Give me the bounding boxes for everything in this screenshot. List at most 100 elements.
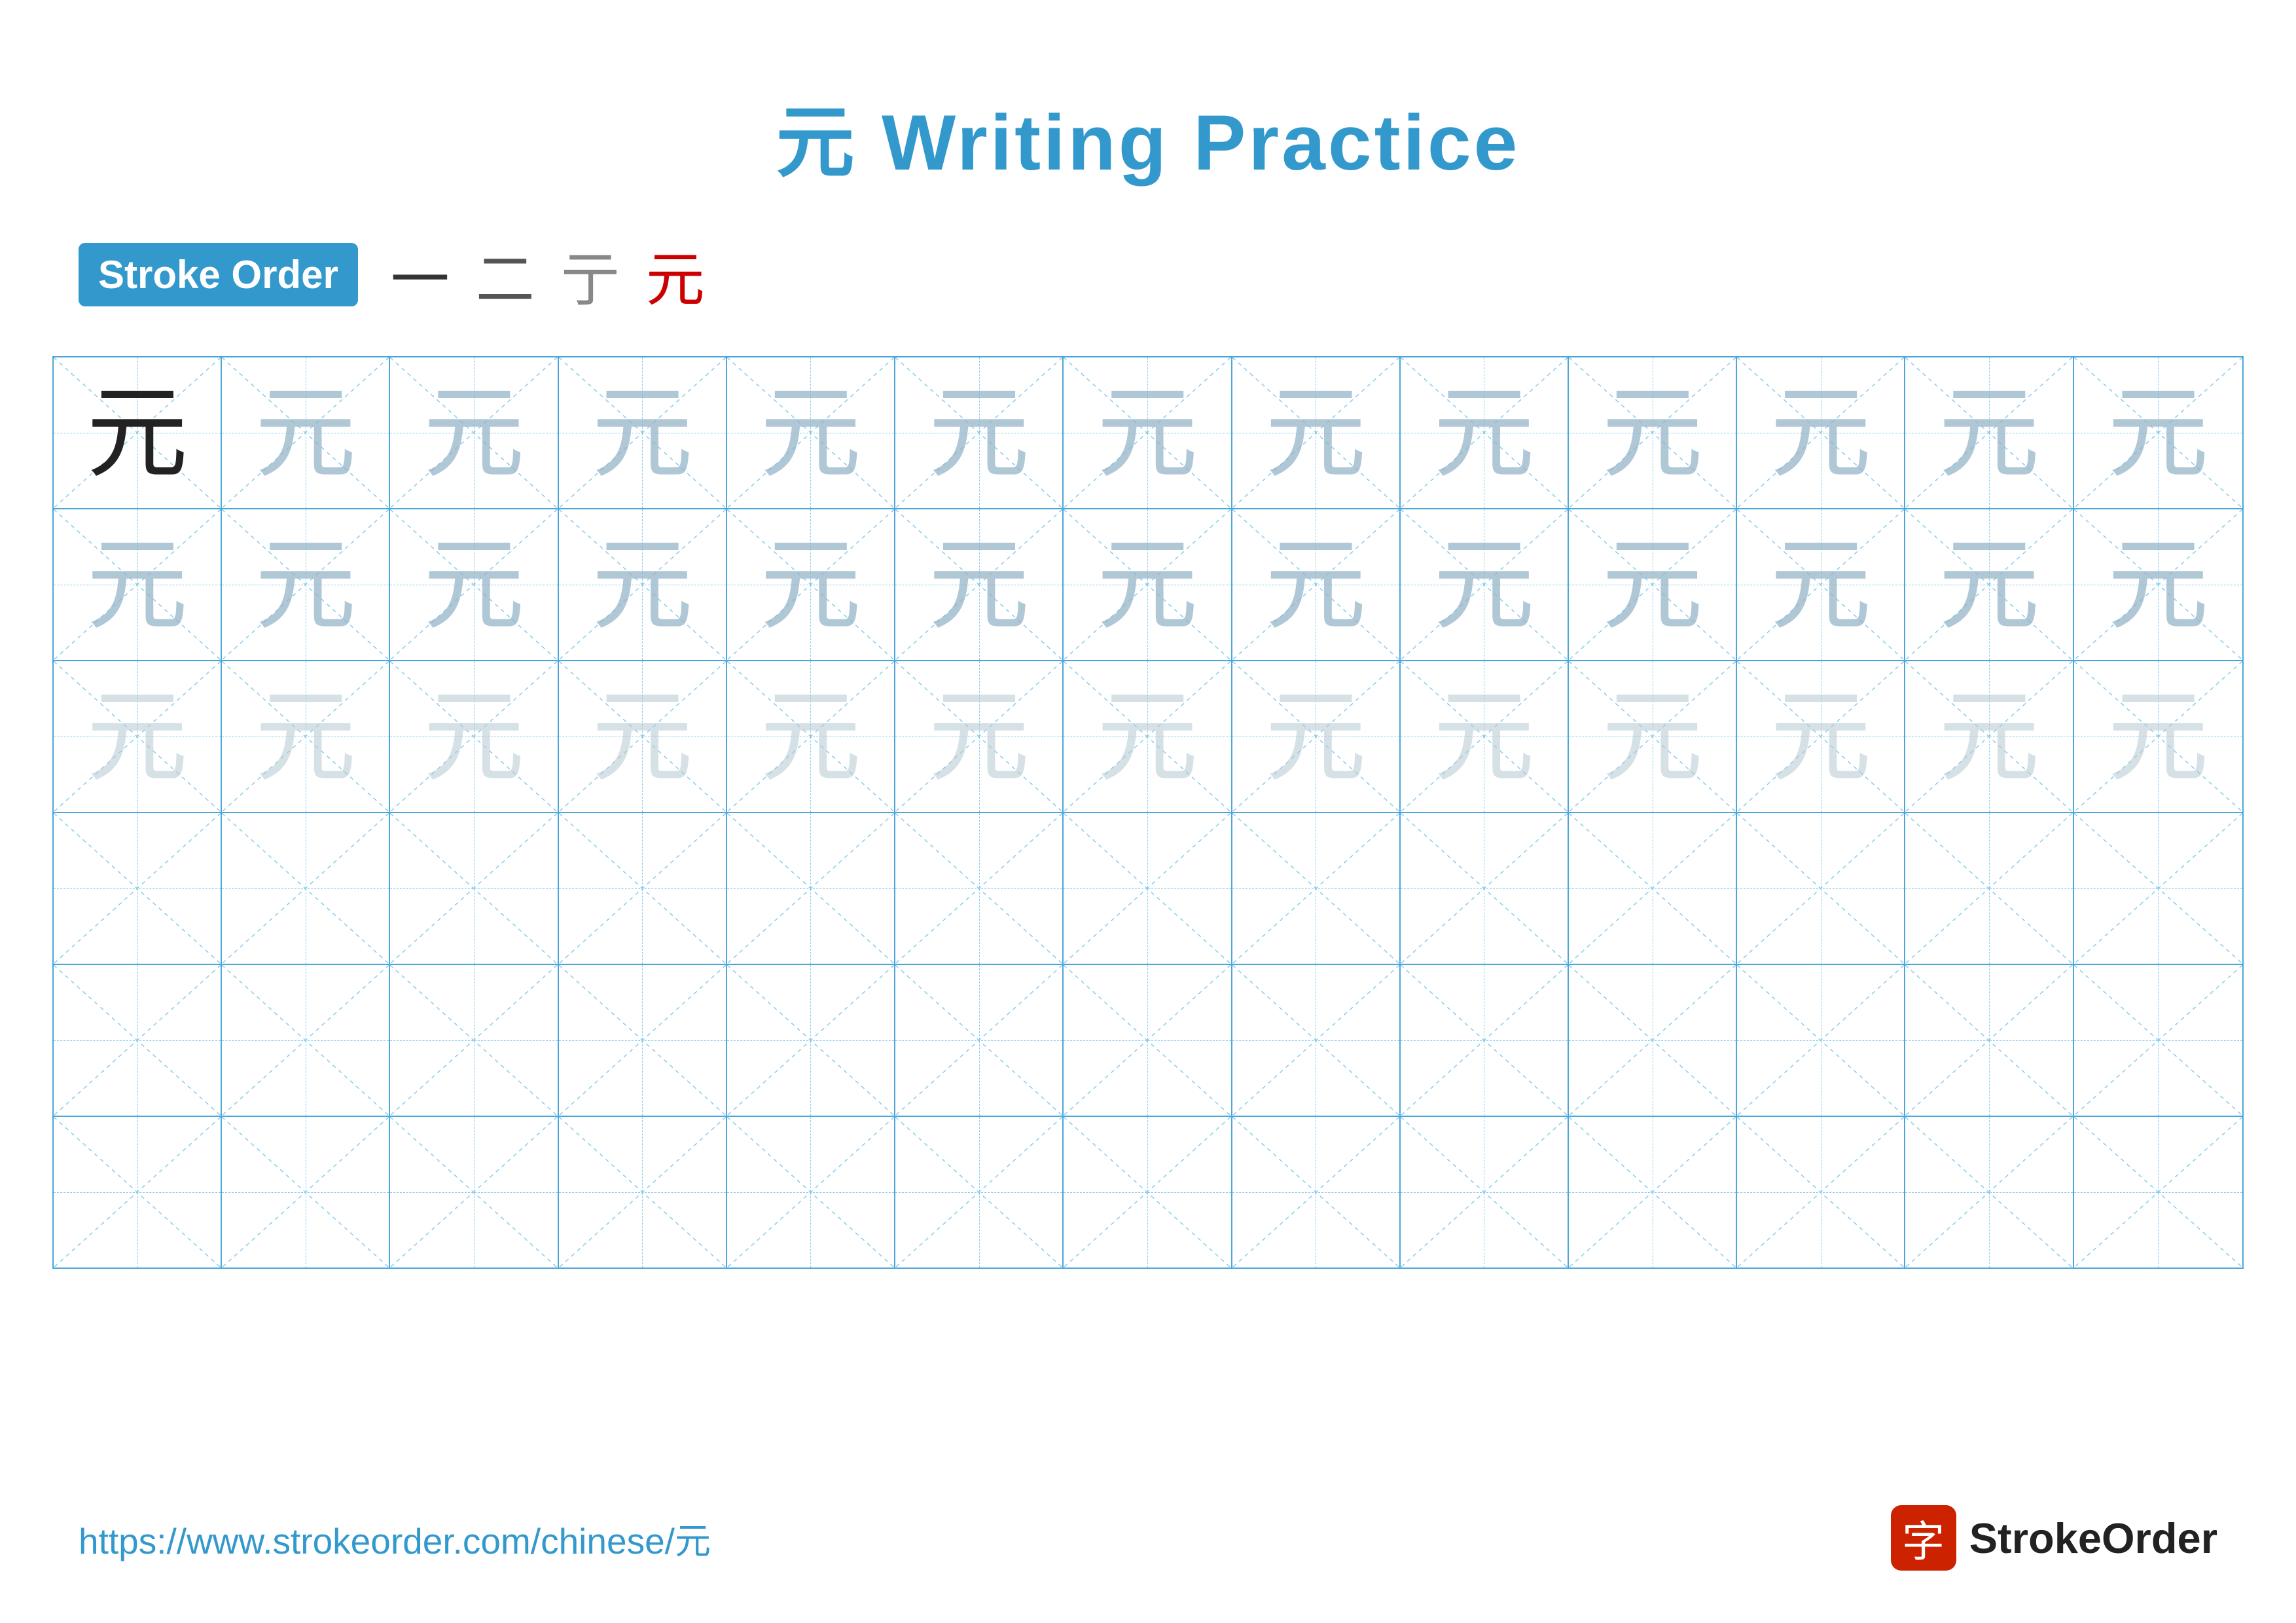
practice-char: 元: [2108, 382, 2209, 484]
grid-cell[interactable]: [390, 813, 558, 964]
grid-cell[interactable]: [222, 813, 390, 964]
grid-row-1: 元 元 元 元 元 元 元 元 元 元 元 元 元: [54, 357, 2242, 509]
grid-cell[interactable]: [727, 813, 895, 964]
practice-char: 元: [1433, 534, 1535, 636]
grid-cell[interactable]: 元: [1569, 661, 1737, 812]
logo-icon: 字: [1891, 1505, 1956, 1571]
grid-cell[interactable]: [1064, 813, 1232, 964]
practice-char: 元: [255, 382, 356, 484]
practice-char: 元: [760, 382, 861, 484]
practice-char: 元: [1265, 534, 1367, 636]
grid-cell[interactable]: 元: [1737, 357, 1905, 508]
grid-cell[interactable]: [1232, 813, 1401, 964]
grid-cell[interactable]: [1232, 1117, 1401, 1267]
practice-char: 元: [255, 686, 356, 788]
grid-cell[interactable]: 元: [54, 509, 222, 660]
grid-cell[interactable]: [1737, 965, 1905, 1116]
grid-cell[interactable]: [2074, 1117, 2242, 1267]
grid-cell[interactable]: [1737, 1117, 1905, 1267]
grid-cell[interactable]: 元: [2074, 509, 2242, 660]
grid-cell[interactable]: 元: [2074, 661, 2242, 812]
grid-cell[interactable]: 元: [222, 357, 390, 508]
grid-cell[interactable]: [1064, 1117, 1232, 1267]
grid-cell[interactable]: 元: [895, 661, 1064, 812]
grid-cell[interactable]: [2074, 965, 2242, 1116]
practice-char: 元: [1939, 534, 2040, 636]
grid-cell[interactable]: 元: [1737, 661, 1905, 812]
grid-cell[interactable]: 元: [559, 357, 727, 508]
practice-char: 元: [1770, 382, 1871, 484]
grid-cell[interactable]: [1569, 965, 1737, 1116]
practice-char: 元: [1602, 382, 1703, 484]
grid-cell[interactable]: [895, 1117, 1064, 1267]
grid-cell[interactable]: 元: [895, 509, 1064, 660]
grid-cell[interactable]: 元: [222, 661, 390, 812]
grid-cell[interactable]: 元: [1569, 357, 1737, 508]
grid-cell[interactable]: [390, 965, 558, 1116]
grid-cell[interactable]: 元: [1064, 509, 1232, 660]
grid-cell[interactable]: [559, 1117, 727, 1267]
grid-cell[interactable]: [1401, 1117, 1569, 1267]
grid-cell[interactable]: 元: [1232, 357, 1401, 508]
grid-cell[interactable]: 元: [1569, 509, 1737, 660]
grid-cell[interactable]: 元: [1905, 661, 2073, 812]
stroke-3: 亍: [561, 232, 620, 317]
grid-cell[interactable]: 元: [727, 509, 895, 660]
practice-char: 元: [1096, 686, 1198, 788]
practice-char: 元: [423, 686, 525, 788]
grid-cell[interactable]: 元: [1905, 357, 2073, 508]
grid-cell[interactable]: [54, 813, 222, 964]
practice-char: 元: [1265, 686, 1367, 788]
grid-cell[interactable]: 元: [54, 357, 222, 508]
stroke-1: 一: [391, 232, 450, 317]
grid-cell[interactable]: [1905, 965, 2073, 1116]
grid-cell[interactable]: 元: [1737, 509, 1905, 660]
practice-char: 元: [86, 686, 188, 788]
grid-cell[interactable]: 元: [54, 661, 222, 812]
grid-cell[interactable]: 元: [1064, 661, 1232, 812]
grid-cell[interactable]: 元: [727, 357, 895, 508]
grid-cell[interactable]: [559, 813, 727, 964]
grid-cell[interactable]: 元: [559, 509, 727, 660]
grid-cell[interactable]: [54, 1117, 222, 1267]
grid-cell[interactable]: 元: [390, 357, 558, 508]
grid-cell[interactable]: 元: [559, 661, 727, 812]
grid-cell[interactable]: [390, 1117, 558, 1267]
grid-cell[interactable]: [727, 1117, 895, 1267]
grid-cell[interactable]: 元: [727, 661, 895, 812]
grid-cell[interactable]: [895, 965, 1064, 1116]
grid-cell[interactable]: [1064, 965, 1232, 1116]
grid-cell[interactable]: 元: [222, 509, 390, 660]
grid-cell[interactable]: [559, 965, 727, 1116]
grid-cell[interactable]: [1737, 813, 1905, 964]
grid-cell[interactable]: [222, 965, 390, 1116]
grid-cell[interactable]: 元: [1064, 357, 1232, 508]
grid-cell[interactable]: 元: [1232, 661, 1401, 812]
practice-char: 元: [255, 534, 356, 636]
grid-cell[interactable]: 元: [390, 509, 558, 660]
grid-cell[interactable]: 元: [1905, 509, 2073, 660]
grid-cell[interactable]: [1905, 1117, 2073, 1267]
grid-row-2: 元 元 元 元 元 元 元 元 元 元 元 元 元: [54, 509, 2242, 661]
grid-cell[interactable]: [1905, 813, 2073, 964]
grid-cell[interactable]: 元: [390, 661, 558, 812]
grid-cell[interactable]: 元: [1401, 357, 1569, 508]
grid-cell[interactable]: [54, 965, 222, 1116]
grid-cell[interactable]: [222, 1117, 390, 1267]
grid-cell[interactable]: 元: [1401, 661, 1569, 812]
grid-cell[interactable]: [895, 813, 1064, 964]
grid-cell[interactable]: 元: [2074, 357, 2242, 508]
grid-cell[interactable]: [727, 965, 895, 1116]
practice-char: 元: [592, 382, 693, 484]
grid-cell[interactable]: [1569, 1117, 1737, 1267]
grid-cell[interactable]: 元: [895, 357, 1064, 508]
footer-url-link[interactable]: https://www.strokeorder.com/chinese/元: [79, 1512, 711, 1564]
grid-cell[interactable]: [1401, 965, 1569, 1116]
grid-cell[interactable]: [1569, 813, 1737, 964]
grid-cell[interactable]: 元: [1401, 509, 1569, 660]
grid-cell[interactable]: [2074, 813, 2242, 964]
practice-char: 元: [1096, 382, 1198, 484]
grid-cell[interactable]: [1401, 813, 1569, 964]
grid-cell[interactable]: [1232, 965, 1401, 1116]
grid-cell[interactable]: 元: [1232, 509, 1401, 660]
